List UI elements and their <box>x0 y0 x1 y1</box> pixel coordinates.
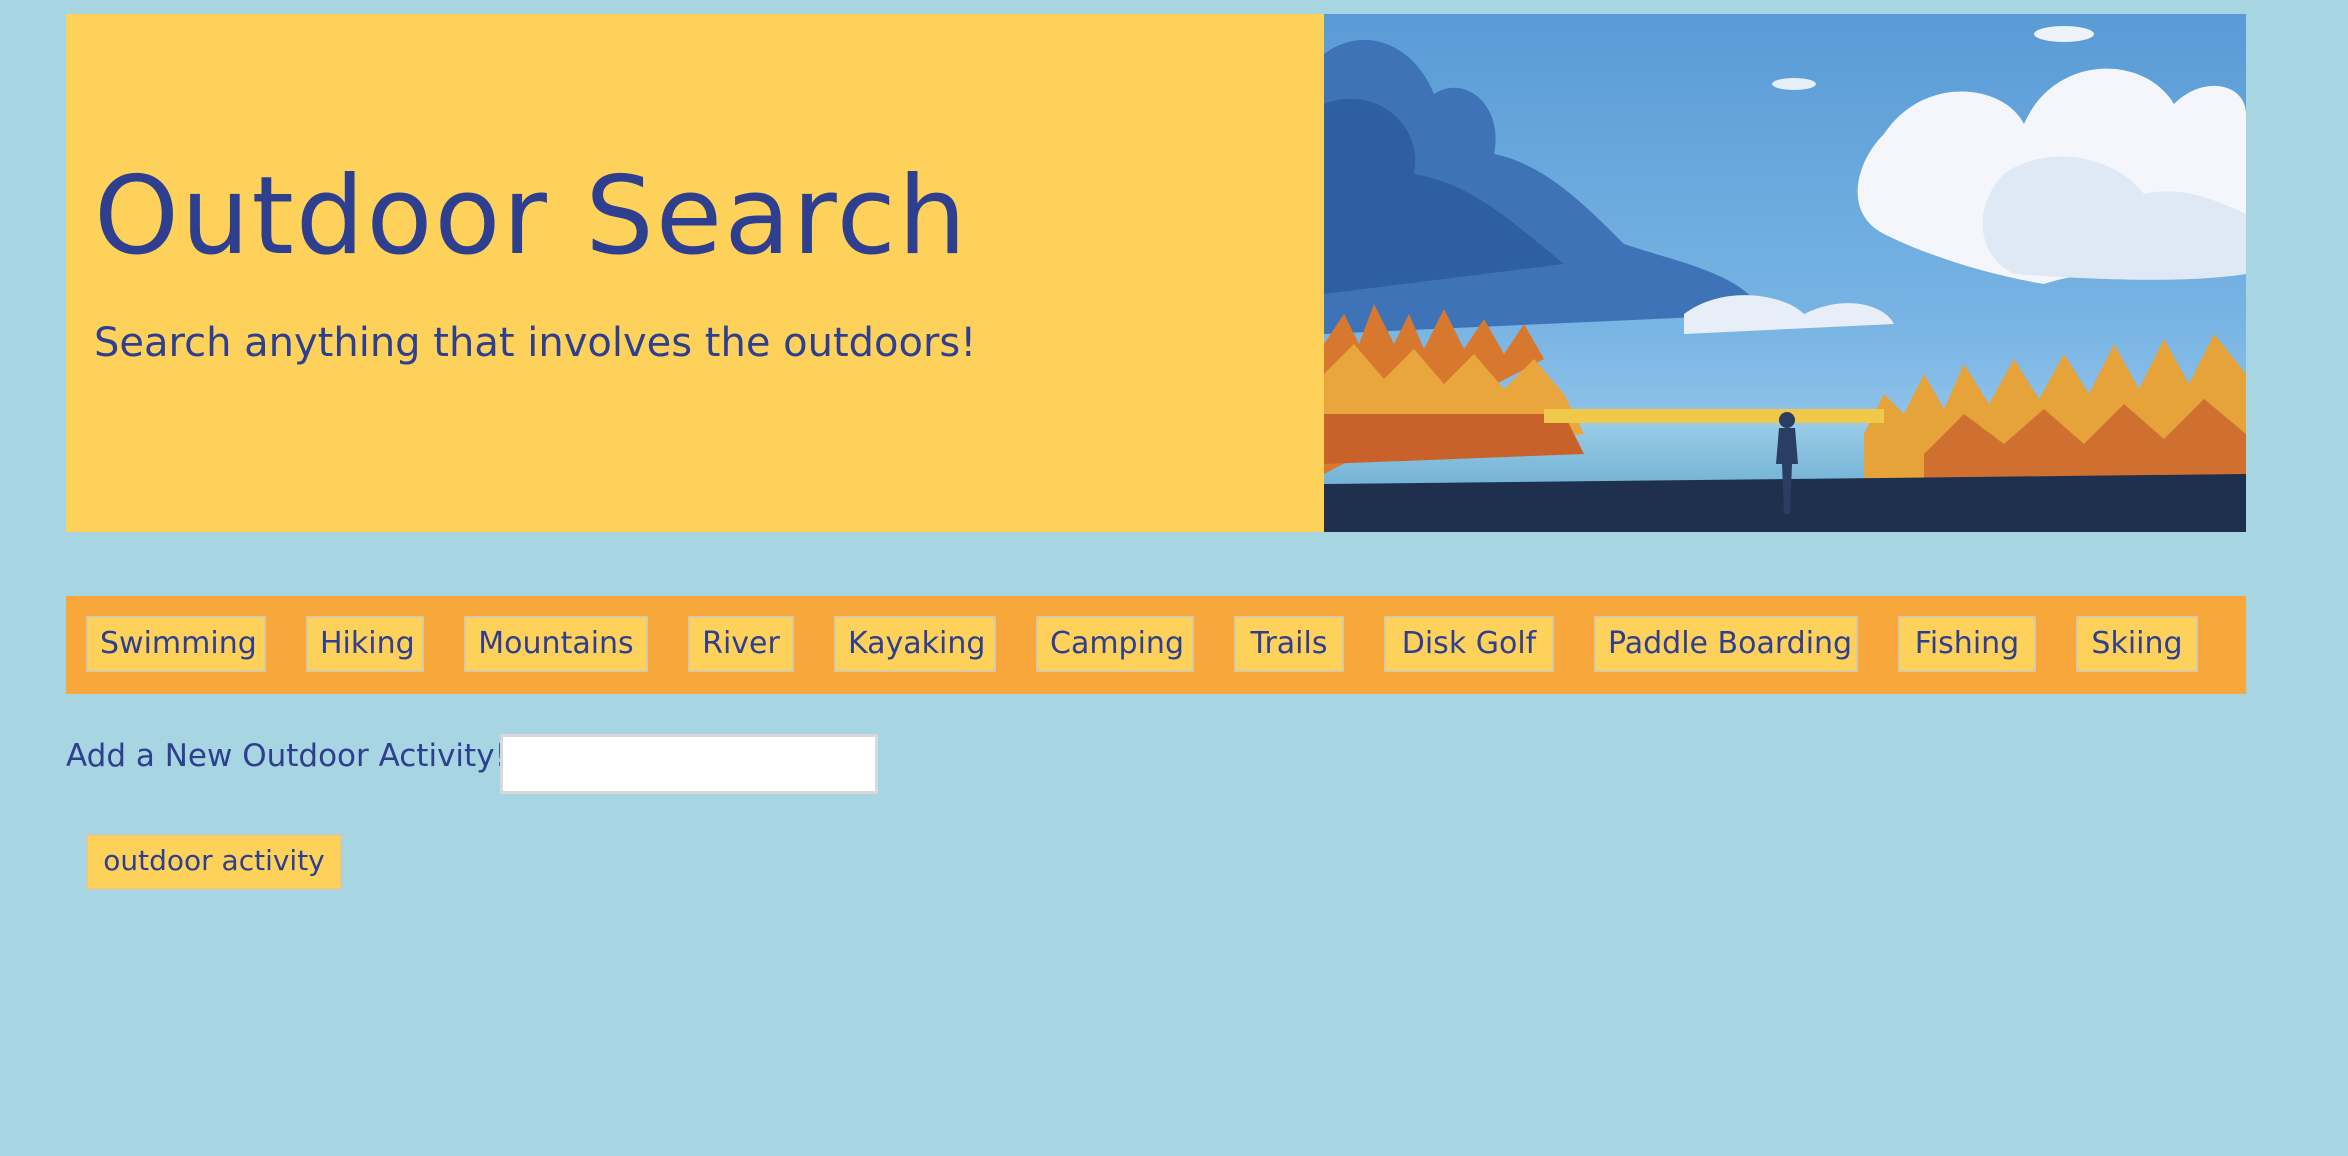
nav-button-disk-golf[interactable]: Disk Golf <box>1384 616 1554 672</box>
nav-button-swimming[interactable]: Swimming <box>86 616 266 672</box>
page-subtitle: Search anything that involves the outdoo… <box>94 320 977 366</box>
add-activity-label: Add a New Outdoor Activity! <box>66 738 507 774</box>
nav-button-trails[interactable]: Trails <box>1234 616 1344 672</box>
add-activity-button[interactable]: outdoor activity <box>86 834 342 890</box>
hero-banner: Outdoor Search Search anything that invo… <box>66 14 2246 532</box>
nav-button-camping[interactable]: Camping <box>1036 616 1194 672</box>
hero-landscape-image <box>1324 14 2246 532</box>
page-title: Outdoor Search <box>94 154 969 279</box>
add-activity-input[interactable] <box>500 734 878 794</box>
nav-button-paddle-boarding[interactable]: Paddle Boarding <box>1594 616 1858 672</box>
nav-button-kayaking[interactable]: Kayaking <box>834 616 996 672</box>
activity-nav-bar: Swimming Hiking Mountains River Kayaking… <box>66 596 2246 694</box>
nav-button-river[interactable]: River <box>688 616 794 672</box>
hero-text-panel: Outdoor Search Search anything that invo… <box>66 14 1324 532</box>
nav-button-hiking[interactable]: Hiking <box>306 616 424 672</box>
nav-button-fishing[interactable]: Fishing <box>1898 616 2036 672</box>
nav-button-mountains[interactable]: Mountains <box>464 616 648 672</box>
nav-button-skiing[interactable]: Skiing <box>2076 616 2198 672</box>
